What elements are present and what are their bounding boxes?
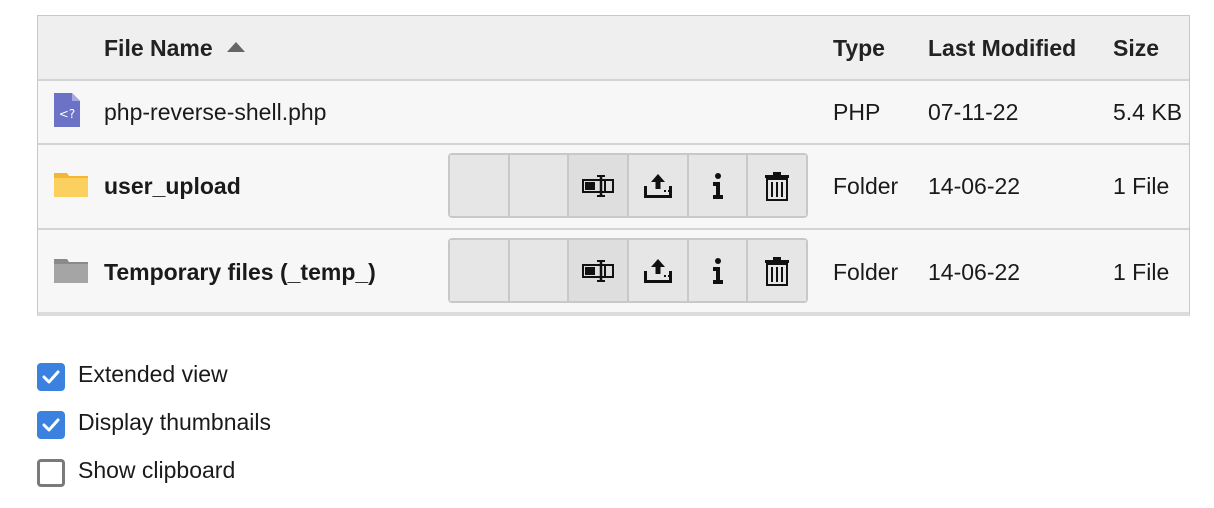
file-type: PHP (833, 98, 881, 125)
delete-button[interactable] (748, 240, 807, 301)
file-modified: 14-06-22 (928, 173, 1021, 199)
info-icon (710, 172, 726, 200)
info-button[interactable] (688, 240, 749, 301)
display-thumbnails-label[interactable]: Display thumbnails (78, 409, 271, 436)
row-action-toolbar (448, 238, 808, 303)
display-thumbnails-checkbox[interactable] (37, 411, 65, 439)
table-row[interactable]: user_upload Folder 14-06-22 1 File (38, 145, 1189, 230)
show-clipboard-option[interactable]: Show clipboard (37, 446, 271, 494)
checkmark-icon (42, 370, 60, 384)
column-header-label: File Name (104, 35, 213, 61)
extended-view-option[interactable]: Extended view (37, 350, 271, 398)
table-header: File Name Type Last Modified Size (38, 16, 1189, 81)
info-icon (710, 257, 726, 285)
column-header-file-name[interactable]: File Name (104, 16, 245, 81)
folder-icon (54, 171, 88, 202)
checkmark-icon (42, 418, 60, 432)
folder-name[interactable]: user_upload (104, 173, 241, 200)
file-icon-cell: <? (54, 81, 80, 143)
table-row[interactable]: Temporary files (_temp_) Folder 14-06-22… (38, 230, 1189, 312)
column-header-type[interactable]: Type (833, 16, 885, 81)
file-size: 1 File (1113, 258, 1170, 285)
info-button[interactable] (688, 155, 749, 216)
table-row[interactable]: <? php-reverse-shell.php PHP 07-11-22 5.… (38, 81, 1189, 145)
empty-action-slot (450, 240, 510, 301)
empty-action-slot (450, 155, 510, 216)
upload-button[interactable] (629, 240, 689, 301)
rename-icon (582, 259, 615, 283)
view-options: Extended view Display thumbnails Show cl… (37, 350, 271, 494)
show-clipboard-checkbox[interactable] (37, 459, 65, 487)
file-icon-cell (54, 230, 88, 312)
file-icon-cell (54, 145, 88, 228)
rename-button[interactable] (569, 155, 630, 216)
file-list-table: File Name Type Last Modified Size <? php… (37, 15, 1190, 316)
column-header-last-modified[interactable]: Last Modified (928, 16, 1076, 81)
delete-icon (764, 171, 790, 201)
upload-icon (642, 257, 674, 285)
php-file-icon: <? (54, 92, 80, 132)
folder-icon (54, 257, 88, 288)
display-thumbnails-option[interactable]: Display thumbnails (37, 398, 271, 446)
extended-view-checkbox[interactable] (37, 363, 65, 391)
rename-icon (582, 174, 615, 198)
show-clipboard-label[interactable]: Show clipboard (78, 457, 235, 484)
svg-text:<?: <? (59, 107, 75, 121)
file-modified: 07-11-22 (928, 98, 1019, 125)
file-size: 1 File (1113, 173, 1170, 199)
file-type: Folder (833, 173, 899, 199)
upload-button[interactable] (629, 155, 689, 216)
extended-view-label[interactable]: Extended view (78, 361, 228, 388)
file-modified: 14-06-22 (928, 258, 1021, 285)
rename-button[interactable] (569, 240, 630, 301)
folder-name[interactable]: Temporary files (_temp_) (104, 259, 376, 286)
column-header-size[interactable]: Size (1113, 16, 1159, 81)
delete-icon (764, 256, 790, 286)
empty-action-slot (509, 155, 570, 216)
file-type: Folder (833, 258, 899, 285)
empty-action-slot (509, 240, 570, 301)
upload-icon (642, 172, 674, 200)
file-name[interactable]: php-reverse-shell.php (104, 99, 326, 126)
delete-button[interactable] (748, 155, 807, 216)
sort-ascending-icon[interactable] (226, 42, 245, 52)
row-action-toolbar (448, 153, 808, 218)
file-size: 5.4 KB (1113, 98, 1183, 125)
